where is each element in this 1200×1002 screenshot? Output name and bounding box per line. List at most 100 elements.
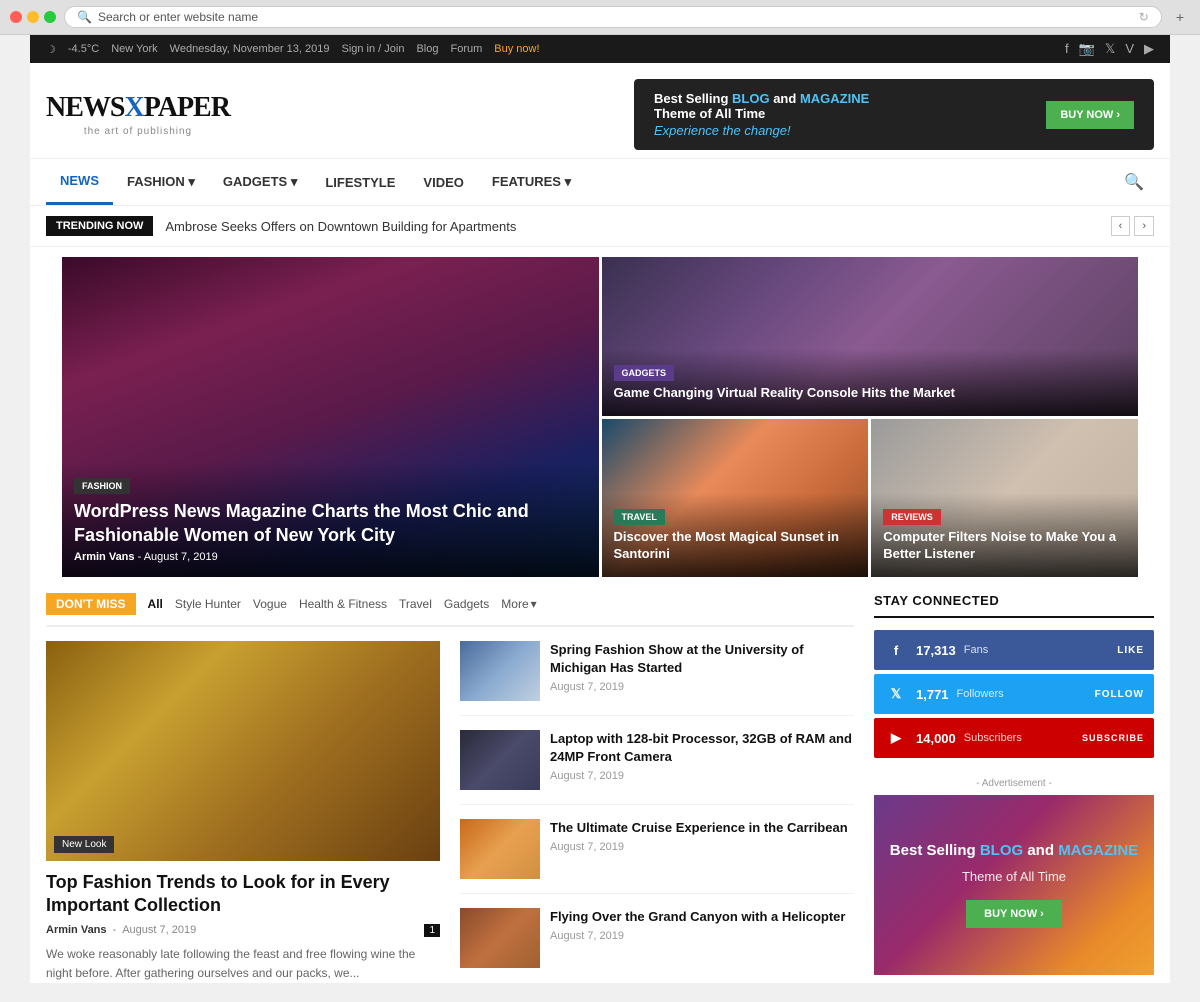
nav-gadgets[interactable]: GADGETS ▾ [209,160,311,204]
maximize-button[interactable] [44,11,56,23]
tab-all[interactable]: All [148,595,163,613]
tab-travel[interactable]: Travel [399,595,432,613]
facebook-like-button[interactable]: LIKE [1117,645,1144,656]
tab-more[interactable]: More ▾ [501,595,536,613]
nav-video[interactable]: VIDEO [409,161,477,204]
article-title-0[interactable]: Spring Fashion Show at the University of… [550,641,854,677]
moon-icon: ☽ [46,43,56,56]
tab-vogue[interactable]: Vogue [253,595,287,613]
hero-main-byline: Armin Vans - August 7, 2019 [74,551,587,563]
featured-comments[interactable]: 1 [424,924,440,937]
buynow-link[interactable]: Buy now! [494,43,539,55]
article-thumb-1 [460,730,540,790]
nav-links: NEWS FASHION ▾ GADGETS ▾ LIFESTYLE VIDEO… [46,159,585,205]
new-tab-button[interactable]: + [1170,7,1190,27]
featured-title[interactable]: Top Fashion Trends to Look for in Every … [46,871,440,918]
instagram-icon[interactable]: 📷 [1079,41,1095,57]
hero-reviews-article[interactable]: REVIEWS Computer Filters Noise to Make Y… [871,419,1138,578]
header-buy-button[interactable]: BUY NOW › [1046,101,1134,129]
temperature: -4.5°C [68,43,99,55]
facebook-count: 17,313 [916,643,956,658]
tab-gadgets[interactable]: Gadgets [444,595,489,613]
dont-miss-content: New Look Top Fashion Trends to Look for … [46,641,854,983]
article-thumb-img-1 [460,730,540,790]
youtube-row: ▶ 14,000 Subscribers SUBSCRIBE [874,718,1154,758]
dont-miss-label: DON'T MISS [46,593,136,615]
hero-travel-tag: TRAVEL [614,509,665,525]
twitter-icon[interactable]: 𝕏 [1105,41,1115,57]
sidebar: STAY CONNECTED f 17,313 Fans LIKE 𝕏 1,77… [874,593,1154,983]
hero-travel-article[interactable]: TRAVEL Discover the Most Magical Sunset … [602,419,869,578]
nav-fashion[interactable]: FASHION ▾ [113,160,209,204]
article-thumb-0 [460,641,540,701]
nav-features[interactable]: FEATURES ▾ [478,160,585,204]
nav-news[interactable]: NEWS [46,159,113,205]
article-title-1[interactable]: Laptop with 128-bit Processor, 32GB of R… [550,730,854,766]
blog-link[interactable]: Blog [416,43,438,55]
dont-miss-section: DON'T MISS All Style Hunter Vogue Health… [46,593,854,983]
featured-author: Armin Vans [46,924,107,936]
hero-reviews-tag: REVIEWS [883,509,941,525]
sidebar-buy-button[interactable]: BUY NOW › [966,900,1062,928]
tab-health[interactable]: Health & Fitness [299,595,387,613]
twitter-follow-button[interactable]: FOLLOW [1095,689,1144,700]
more-chevron-icon: ▾ [531,597,537,611]
article-thumb-2 [460,819,540,879]
featured-byline: Armin Vans - August 7, 2019 1 [46,924,440,937]
top-bar: ☽ -4.5°C New York Wednesday, November 13… [30,35,1170,63]
address-bar[interactable]: 🔍 Search or enter website name ↻ [64,6,1162,28]
reload-icon[interactable]: ↻ [1139,10,1149,24]
hero-main-author: Armin Vans [74,551,135,563]
close-button[interactable] [10,11,22,23]
article-info-3: Flying Over the Grand Canyon with a Heli… [550,908,854,942]
youtube-icon[interactable]: ▶ [1144,41,1154,57]
hero-main-article[interactable]: FASHION WordPress News Magazine Charts t… [62,257,599,577]
hero-travel-title: Discover the Most Magical Sunset in Sant… [614,529,857,563]
hero-main-tag: FASHION [74,478,130,494]
article-info-0: Spring Fashion Show at the University of… [550,641,854,693]
nav-lifestyle[interactable]: LIFESTYLE [311,161,409,204]
logo[interactable]: NEWSXPAPER [46,92,230,124]
article-item-2: The Ultimate Cruise Experience in the Ca… [460,819,854,894]
signin-link[interactable]: Sign in / Join [341,43,404,55]
youtube-count: 14,000 [916,731,956,746]
article-title-3[interactable]: Flying Over the Grand Canyon with a Heli… [550,908,854,926]
facebook-icon[interactable]: f [1065,41,1069,57]
article-date-3: August 7, 2019 [550,930,854,942]
trending-next[interactable]: › [1134,216,1154,236]
city: New York [111,43,157,55]
address-text: Search or enter website name [98,10,258,24]
hero-vr-tag: GADGETS [614,365,675,381]
youtube-label: Subscribers [964,732,1082,744]
youtube-subscribe-button[interactable]: SUBSCRIBE [1082,733,1144,743]
twitter-count: 1,771 [916,687,949,702]
article-info-1: Laptop with 128-bit Processor, 32GB of R… [550,730,854,782]
trending-label: TRENDING NOW [46,216,153,236]
ad-title-line1: Best Selling BLOG and MAGAZINE [654,91,869,106]
sidebar-ad-wrapper: - Advertisement - Best Selling BLOG and … [874,778,1154,975]
featured-date: August 7, 2019 [122,924,196,936]
hero-reviews-caption: REVIEWS Computer Filters Noise to Make Y… [871,493,1138,577]
top-bar-links: Sign in / Join Blog Forum Buy now! [341,43,539,55]
trending-prev[interactable]: ‹ [1111,216,1131,236]
featured-excerpt: We woke reasonably late following the fe… [46,945,440,983]
minimize-button[interactable] [27,11,39,23]
twitter-row: 𝕏 1,771 Followers FOLLOW [874,674,1154,714]
hero-vr-caption: GADGETS Game Changing Virtual Reality Co… [602,349,1139,416]
facebook-icon: f [884,638,908,662]
hero-vr-article[interactable]: GADGETS Game Changing Virtual Reality Co… [602,257,1139,416]
hero-section: FASHION WordPress News Magazine Charts t… [30,247,1170,577]
vimeo-icon[interactable]: V [1125,41,1134,57]
article-title-2[interactable]: The Ultimate Cruise Experience in the Ca… [550,819,854,837]
stay-connected-title: STAY CONNECTED [874,593,1154,618]
article-thumb-img-3 [460,908,540,968]
hero-grid: FASHION WordPress News Magazine Charts t… [46,257,1154,577]
featured-image [46,641,440,861]
tab-style-hunter[interactable]: Style Hunter [175,595,241,613]
trending-bar: TRENDING NOW Ambrose Seeks Offers on Dow… [30,206,1170,247]
hero-main-title: WordPress News Magazine Charts the Most … [74,500,587,547]
forum-link[interactable]: Forum [451,43,483,55]
search-icon: 🔍 [77,10,92,24]
search-button[interactable]: 🔍 [1114,162,1154,202]
social-icons-top: f 📷 𝕏 V ▶ [1065,41,1154,57]
